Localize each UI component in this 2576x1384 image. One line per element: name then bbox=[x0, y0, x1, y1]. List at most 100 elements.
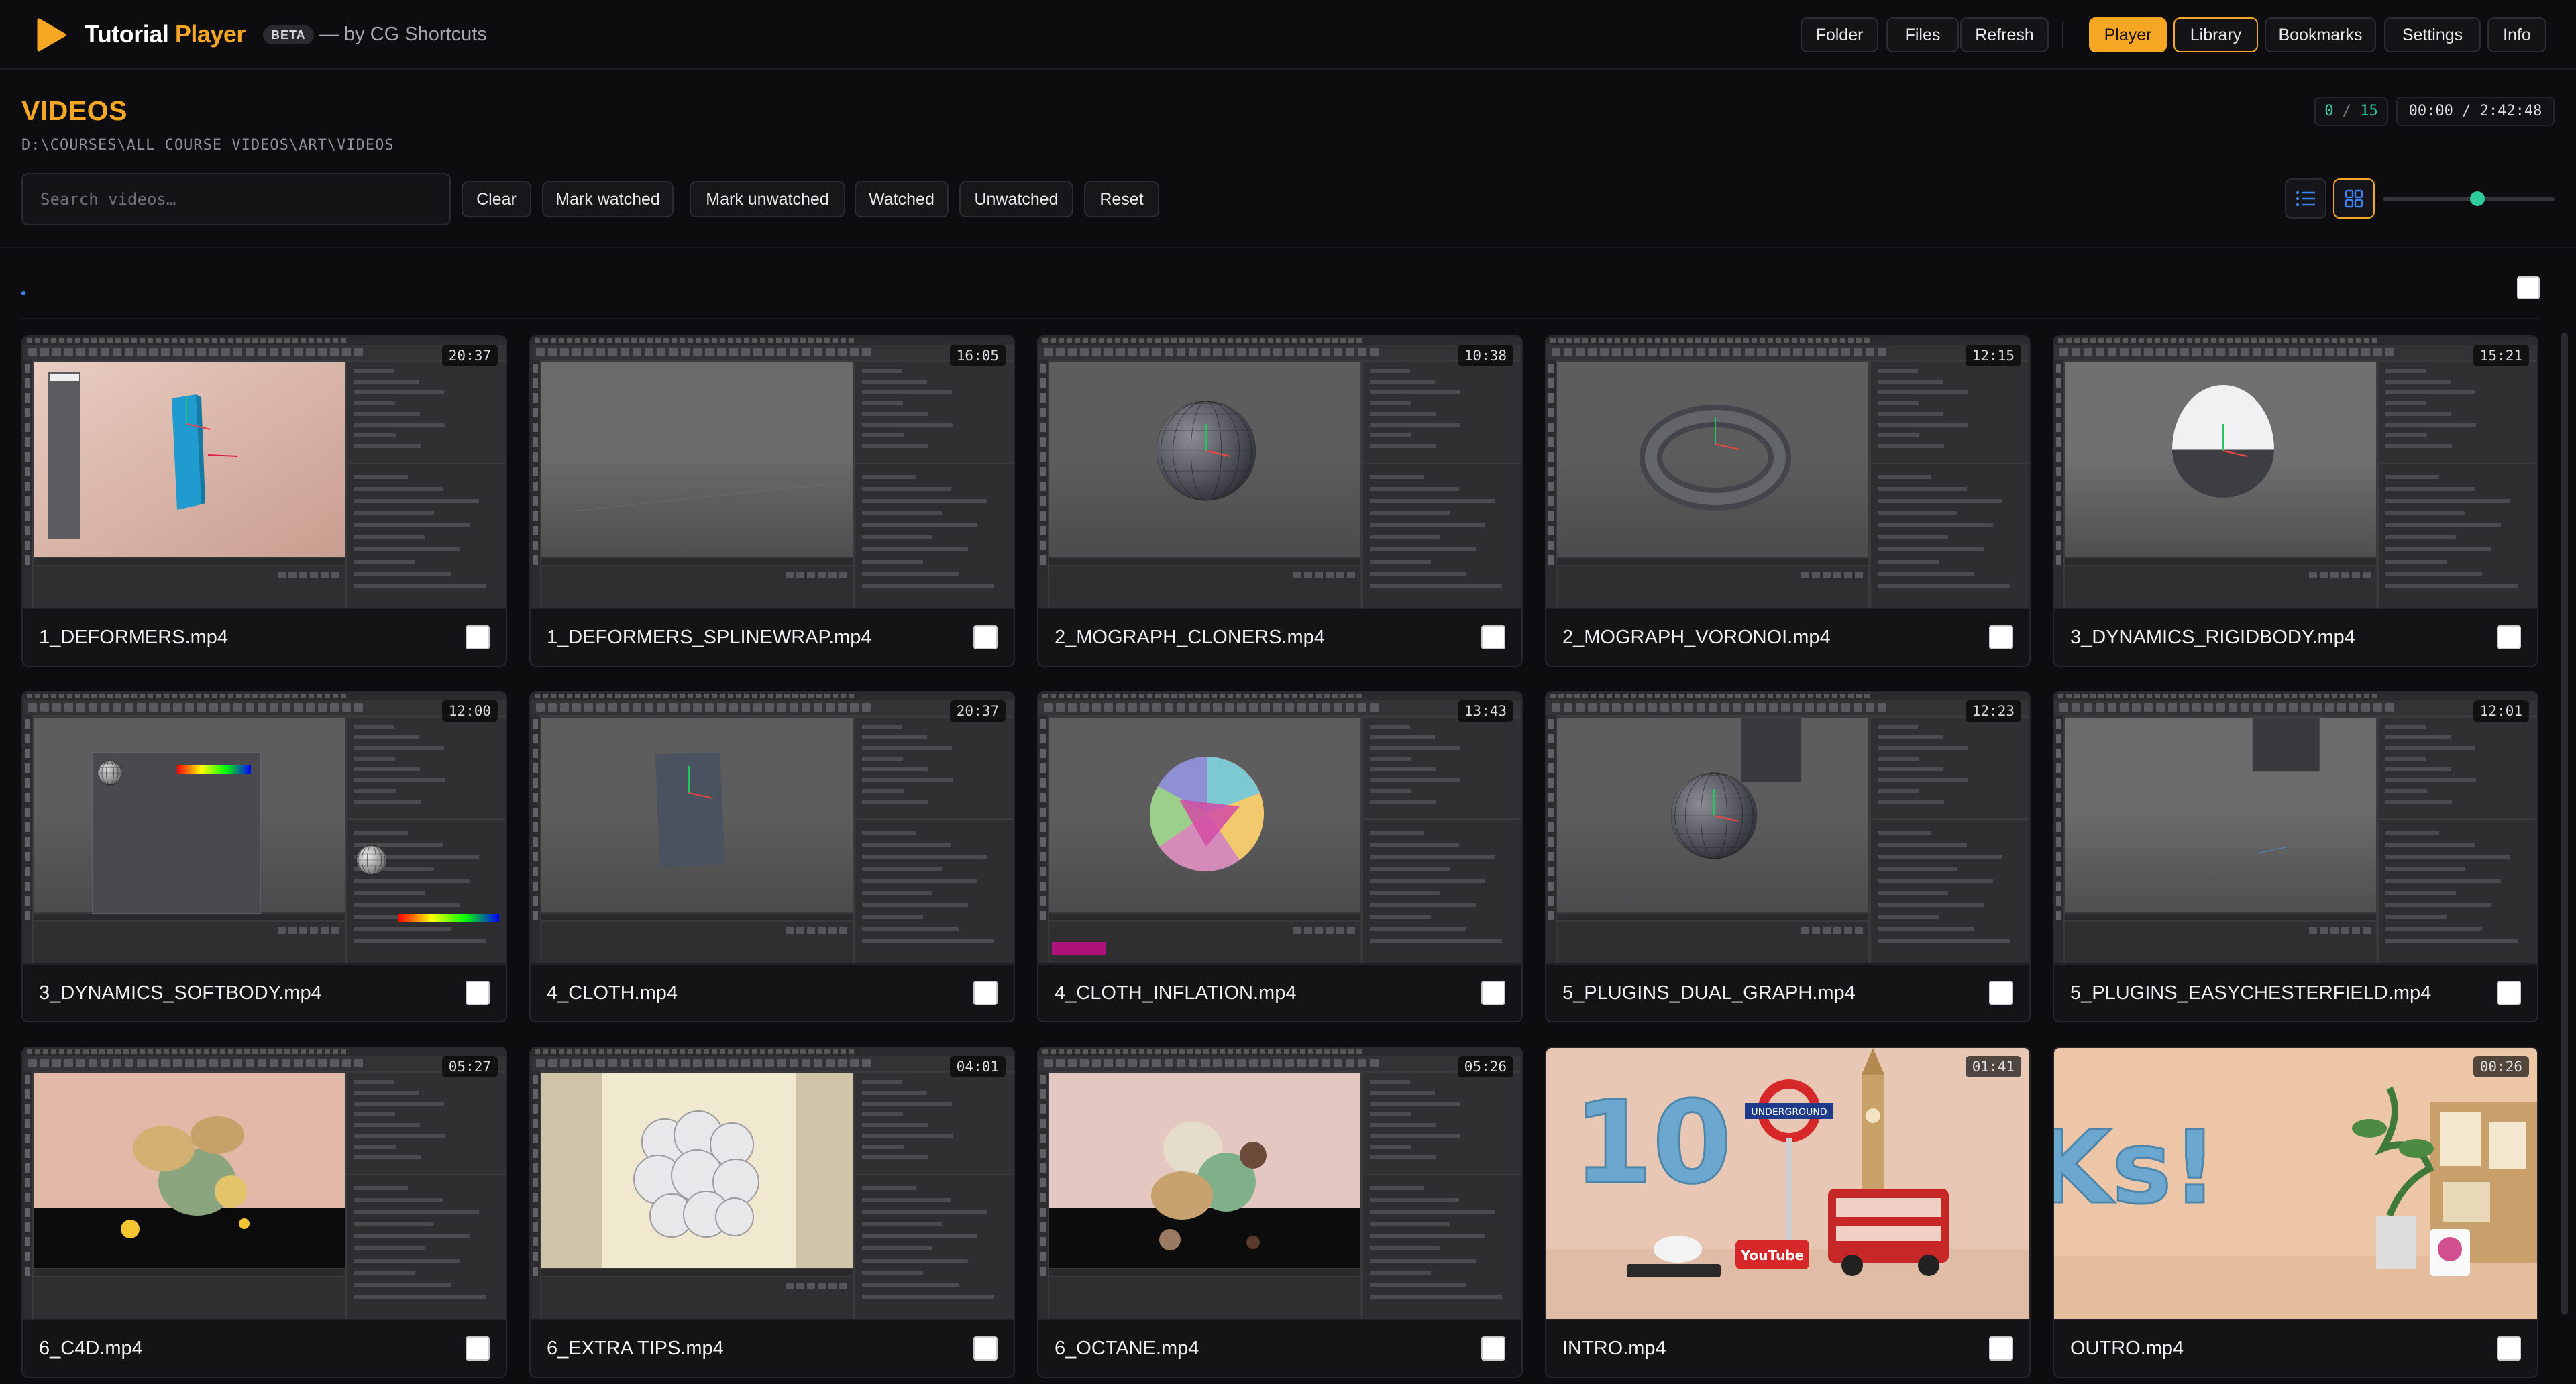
video-card[interactable]: 05:27 6_C4D.mp4 bbox=[21, 1047, 507, 1378]
list-view-button[interactable] bbox=[2285, 178, 2326, 219]
video-card[interactable]: 12:00 3_DYNAMICS_SOFTBODY.mp4 bbox=[21, 691, 507, 1022]
watched-checkbox[interactable] bbox=[466, 625, 490, 649]
card-footer: 1_DEFORMERS.mp4 bbox=[23, 608, 506, 666]
duration-badge: 12:01 bbox=[2473, 700, 2529, 722]
grid-view-button[interactable] bbox=[2333, 178, 2375, 219]
video-thumbnail[interactable] bbox=[1038, 337, 1521, 608]
info-button[interactable]: Info bbox=[2487, 17, 2546, 52]
watched-checkbox[interactable] bbox=[973, 1336, 998, 1361]
card-footer: 6_OCTANE.mp4 bbox=[1038, 1319, 1521, 1377]
page-title: VIDEOS bbox=[21, 95, 127, 126]
video-card[interactable]: 10 UNDERGROUND YouTube 01:41 INTRO.mp4 bbox=[1545, 1047, 2031, 1378]
video-thumbnail[interactable] bbox=[23, 692, 506, 963]
video-card[interactable]: Ks! 00:26 OUTRO.mp4 bbox=[2053, 1047, 2538, 1378]
watched-counter: 0 / 15 bbox=[2314, 97, 2388, 126]
video-card[interactable]: 16:05 1_DEFORMERS_SPLINEWRAP.mp4 bbox=[529, 335, 1015, 667]
library-button[interactable]: Library bbox=[2174, 17, 2258, 52]
video-filename: 1_DEFORMERS.mp4 bbox=[39, 627, 229, 648]
duration-badge: 00:26 bbox=[2473, 1056, 2529, 1077]
list-icon bbox=[2296, 191, 2315, 207]
watched-checkbox[interactable] bbox=[1989, 981, 2013, 1005]
watched-checkbox[interactable] bbox=[1481, 625, 1505, 649]
video-filename: 1_DEFORMERS_SPLINEWRAP.mp4 bbox=[547, 627, 872, 648]
video-thumbnail[interactable] bbox=[2054, 337, 2537, 608]
video-card[interactable]: 05:26 6_OCTANE.mp4 bbox=[1037, 1047, 1523, 1378]
mark-unwatched-button[interactable]: Mark unwatched bbox=[690, 181, 845, 217]
duration-badge: 16:05 bbox=[949, 345, 1006, 366]
play-logo-icon bbox=[37, 18, 66, 52]
video-thumbnail[interactable] bbox=[1038, 692, 1521, 963]
svg-text:YouTube: YouTube bbox=[1740, 1247, 1804, 1263]
duration-badge: 12:23 bbox=[1965, 700, 2021, 722]
video-card[interactable]: 13:43 4_CLOTH_INFLATION.mp4 bbox=[1037, 691, 1523, 1022]
mark-watched-button[interactable]: Mark watched bbox=[542, 181, 674, 217]
duration-badge: 05:26 bbox=[1457, 1056, 1513, 1077]
video-card[interactable]: 20:37 1_DEFORMERS.mp4 bbox=[21, 335, 507, 667]
clear-button[interactable]: Clear bbox=[462, 181, 531, 217]
watched-checkbox[interactable] bbox=[2497, 625, 2521, 649]
card-footer: 3_DYNAMICS_SOFTBODY.mp4 bbox=[23, 963, 506, 1021]
card-footer: 4_CLOTH.mp4 bbox=[531, 963, 1014, 1021]
video-thumbnail[interactable] bbox=[23, 1048, 506, 1319]
app-title-part1: Tutorial bbox=[85, 20, 169, 48]
card-footer: 4_CLOTH_INFLATION.mp4 bbox=[1038, 963, 1521, 1021]
duration-badge: 04:01 bbox=[949, 1056, 1006, 1077]
video-card[interactable]: 04:01 6_EXTRA TIPS.mp4 bbox=[529, 1047, 1015, 1378]
card-footer: 2_MOGRAPH_VORONOI.mp4 bbox=[1546, 608, 2029, 666]
video-thumbnail[interactable]: Ks! bbox=[2054, 1048, 2537, 1319]
byline: — by CG Shortcuts bbox=[319, 23, 487, 45]
video-card[interactable]: 15:21 3_DYNAMICS_RIGIDBODY.mp4 bbox=[2053, 335, 2538, 667]
video-thumbnail[interactable]: 10 UNDERGROUND YouTube bbox=[1546, 1048, 2029, 1319]
video-filename: 3_DYNAMICS_SOFTBODY.mp4 bbox=[39, 982, 322, 1004]
files-button[interactable]: Files bbox=[1886, 17, 1959, 52]
video-thumbnail[interactable] bbox=[1038, 1048, 1521, 1319]
watched-checkbox[interactable] bbox=[466, 981, 490, 1005]
watched-checkbox[interactable] bbox=[973, 981, 998, 1005]
video-thumbnail[interactable] bbox=[531, 1048, 1014, 1319]
video-thumbnail[interactable] bbox=[531, 337, 1014, 608]
settings-button[interactable]: Settings bbox=[2384, 17, 2481, 52]
duration-badge: 20:37 bbox=[441, 345, 498, 366]
video-card[interactable]: 12:15 2_MOGRAPH_VORONOI.mp4 bbox=[1545, 335, 2031, 667]
watched-checkbox[interactable] bbox=[973, 625, 998, 649]
search-input[interactable] bbox=[21, 173, 451, 225]
video-card[interactable]: 20:37 4_CLOTH.mp4 bbox=[529, 691, 1015, 1022]
video-thumbnail[interactable] bbox=[2054, 692, 2537, 963]
duration-badge: 13:43 bbox=[1457, 700, 1513, 722]
unwatched-filter-button[interactable]: Unwatched bbox=[959, 181, 1073, 217]
scrollbar[interactable] bbox=[2561, 333, 2568, 1315]
refresh-button[interactable]: Refresh bbox=[1960, 17, 2049, 52]
svg-text:UNDERGROUND: UNDERGROUND bbox=[1751, 1107, 1827, 1118]
watched-checkbox[interactable] bbox=[1989, 625, 2013, 649]
video-thumbnail[interactable] bbox=[1546, 337, 2029, 608]
watched-checkbox[interactable] bbox=[2497, 981, 2521, 1005]
slider-handle[interactable] bbox=[2469, 191, 2485, 206]
select-all-checkbox[interactable] bbox=[2517, 276, 2540, 299]
bookmarks-button[interactable]: Bookmarks bbox=[2265, 17, 2376, 52]
divider bbox=[0, 247, 2576, 248]
video-filename: 3_DYNAMICS_RIGIDBODY.mp4 bbox=[2070, 627, 2355, 648]
player-button[interactable]: Player bbox=[2089, 17, 2167, 52]
watched-filter-button[interactable]: Watched bbox=[855, 181, 949, 217]
video-thumbnail[interactable] bbox=[531, 692, 1014, 963]
divider bbox=[21, 318, 2540, 319]
thumbnail-size-slider[interactable] bbox=[2383, 197, 2555, 201]
video-card[interactable]: 12:01 5_PLUGINS_EASYCHESTERFIELD.mp4 bbox=[2053, 691, 2538, 1022]
video-card[interactable]: 10:38 2_MOGRAPH_CLONERS.mp4 bbox=[1037, 335, 1523, 667]
video-thumbnail[interactable] bbox=[1546, 692, 2029, 963]
watched-checkbox[interactable] bbox=[1481, 981, 1505, 1005]
watched-checkbox[interactable] bbox=[466, 1336, 490, 1361]
card-footer: 5_PLUGINS_EASYCHESTERFIELD.mp4 bbox=[2054, 963, 2537, 1021]
video-card[interactable]: 12:23 5_PLUGINS_DUAL_GRAPH.mp4 bbox=[1545, 691, 2031, 1022]
card-footer: 6_C4D.mp4 bbox=[23, 1319, 506, 1377]
watched-checkbox[interactable] bbox=[2497, 1336, 2521, 1361]
folder-button[interactable]: Folder bbox=[1801, 17, 1878, 52]
video-thumbnail[interactable] bbox=[23, 337, 506, 608]
watched-count: 0 bbox=[2324, 103, 2334, 119]
card-footer: 5_PLUGINS_DUAL_GRAPH.mp4 bbox=[1546, 963, 2029, 1021]
video-filename: OUTRO.mp4 bbox=[2070, 1338, 2184, 1359]
card-footer: 6_EXTRA TIPS.mp4 bbox=[531, 1319, 1014, 1377]
reset-button[interactable]: Reset bbox=[1084, 181, 1159, 217]
watched-checkbox[interactable] bbox=[1989, 1336, 2013, 1361]
watched-checkbox[interactable] bbox=[1481, 1336, 1505, 1361]
